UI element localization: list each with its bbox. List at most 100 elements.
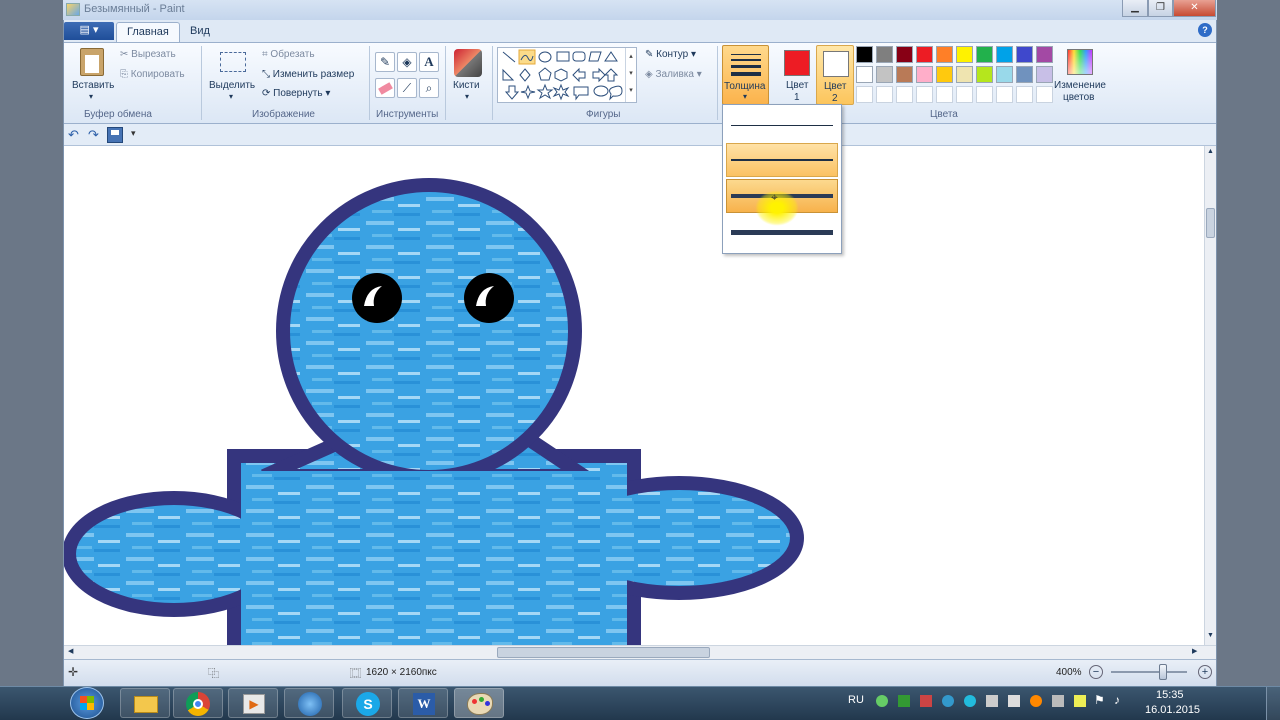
magnifier-icon[interactable]: ⌕	[419, 78, 439, 98]
palette-swatch[interactable]	[956, 66, 973, 83]
help-icon[interactable]: ?	[1198, 23, 1212, 37]
paint-app-icon[interactable]	[66, 3, 80, 16]
palette-swatch[interactable]	[916, 46, 933, 63]
tray-icon-3[interactable]	[920, 695, 932, 707]
palette-swatch[interactable]	[976, 66, 993, 83]
horizontal-scroll-thumb[interactable]	[497, 647, 710, 658]
thickness-option-1px[interactable]	[726, 108, 838, 142]
shapes-gallery[interactable]: ▴ ▾ ▾	[497, 47, 637, 103]
color1-button[interactable]: Цвет 1	[778, 46, 816, 104]
brushes-button[interactable]: Кисти ▾	[449, 46, 487, 104]
palette-swatch[interactable]	[1016, 86, 1033, 103]
palette-swatch[interactable]	[936, 46, 953, 63]
tray-icon-2[interactable]	[898, 695, 910, 707]
title-bar[interactable]	[63, 0, 1217, 20]
palette-swatch[interactable]	[1016, 46, 1033, 63]
scroll-up-arrow[interactable]: ▲	[1207, 148, 1214, 155]
text-icon[interactable]: A	[419, 52, 439, 72]
vertical-scroll-thumb[interactable]	[1206, 208, 1215, 238]
app-menu-button[interactable]: ▤ ▾	[64, 22, 114, 40]
palette-swatch[interactable]	[1016, 66, 1033, 83]
palette-swatch[interactable]	[856, 46, 873, 63]
save-icon[interactable]	[107, 127, 123, 143]
palette-swatch[interactable]	[1036, 66, 1053, 83]
zoom-in-button[interactable]: +	[1198, 665, 1212, 679]
taskbar-media-player[interactable]: ▶	[228, 688, 278, 718]
taskbar-chrome[interactable]	[173, 688, 223, 718]
taskbar-skype[interactable]: S	[342, 688, 392, 718]
palette-swatch[interactable]	[876, 86, 893, 103]
taskbar-browser[interactable]	[284, 688, 334, 718]
fill-bucket-icon[interactable]: ◈	[397, 52, 417, 72]
tray-icon-6[interactable]	[986, 695, 998, 707]
taskbar-paint[interactable]	[454, 688, 504, 718]
tray-icon-5[interactable]	[964, 695, 976, 707]
zoom-slider-track[interactable]	[1111, 671, 1187, 673]
palette-swatch[interactable]	[976, 86, 993, 103]
customize-qat-icon[interactable]: ▾	[131, 128, 136, 139]
thickness-option-5px[interactable]: ⌖	[726, 179, 838, 226]
palette-swatch[interactable]	[936, 66, 953, 83]
palette-swatch[interactable]	[956, 86, 973, 103]
eraser-icon[interactable]	[375, 78, 395, 98]
undo-icon[interactable]: ↶	[68, 127, 79, 143]
horizontal-scrollbar[interactable]: ◀ ▶	[64, 645, 1216, 659]
taskbar-explorer[interactable]	[120, 688, 170, 718]
palette-swatch[interactable]	[956, 46, 973, 63]
color-picker-icon[interactable]: ⟋	[397, 78, 417, 98]
show-desktop-button[interactable]	[1266, 687, 1280, 720]
palette-swatch[interactable]	[876, 46, 893, 63]
tray-icon-8[interactable]	[1030, 695, 1042, 707]
close-button[interactable]: ✕	[1173, 0, 1216, 17]
palette-swatch[interactable]	[1036, 46, 1053, 63]
drawing-canvas[interactable]	[64, 146, 1204, 645]
edit-colors-button[interactable]: Изменение цветов	[1053, 46, 1109, 104]
palette-swatch[interactable]	[1036, 86, 1053, 103]
crop-button[interactable]: ⌗ Обрезать	[262, 49, 315, 60]
outline-button[interactable]: ✎ Контур ▾	[645, 49, 696, 60]
palette-swatch[interactable]	[936, 86, 953, 103]
start-button[interactable]	[70, 687, 104, 719]
palette-swatch[interactable]	[976, 46, 993, 63]
palette-swatch[interactable]	[896, 66, 913, 83]
copy-button[interactable]: ⎘ Копировать	[120, 69, 185, 80]
maximize-button[interactable]: ❐	[1148, 0, 1173, 17]
tray-icon-10[interactable]	[1074, 695, 1086, 707]
resize-button[interactable]: ⤡ Изменить размер	[262, 69, 354, 80]
palette-swatch[interactable]	[996, 66, 1013, 83]
thickness-button[interactable]: Толщина ▾	[722, 45, 769, 105]
zoom-out-button[interactable]: −	[1089, 665, 1103, 679]
clock-time[interactable]: 15:35	[1156, 689, 1184, 701]
thickness-option-8px[interactable]	[726, 215, 838, 249]
tray-icon-4[interactable]	[942, 695, 954, 707]
cut-button[interactable]: ✂ Вырезать	[120, 49, 176, 60]
select-button[interactable]: Выделить ▾	[206, 46, 258, 104]
rotate-button[interactable]: ⟳ Повернуть ▾	[262, 88, 330, 99]
tray-icon-9[interactable]	[1052, 695, 1064, 707]
zoom-slider-thumb[interactable]	[1159, 664, 1167, 680]
flag-icon[interactable]: ⚑	[1094, 693, 1105, 707]
palette-swatch[interactable]	[896, 46, 913, 63]
pencil-icon[interactable]: ✎	[375, 52, 395, 72]
fill-button[interactable]: ◈ Заливка ▾	[645, 69, 702, 80]
redo-icon[interactable]: ↷	[88, 127, 99, 143]
palette-swatch[interactable]	[896, 86, 913, 103]
palette-swatch[interactable]	[856, 66, 873, 83]
volume-icon[interactable]: ♪	[1114, 693, 1120, 707]
palette-swatch[interactable]	[876, 66, 893, 83]
palette-swatch[interactable]	[996, 46, 1013, 63]
vertical-scrollbar[interactable]: ▲ ▼	[1204, 146, 1216, 645]
shapes-scrollbar[interactable]: ▴ ▾ ▾	[625, 48, 636, 102]
tray-icon-7[interactable]	[1008, 695, 1020, 707]
taskbar-word[interactable]: W	[398, 688, 448, 718]
thickness-option-3px[interactable]	[726, 143, 838, 177]
palette-swatch[interactable]	[916, 86, 933, 103]
tab-home[interactable]: Главная	[116, 22, 180, 42]
clock-date[interactable]: 16.01.2015	[1145, 704, 1200, 716]
scroll-right-arrow[interactable]: ▶	[1192, 647, 1197, 655]
keyboard-language[interactable]: RU	[848, 694, 864, 706]
palette-swatch[interactable]	[856, 86, 873, 103]
palette-swatch[interactable]	[916, 66, 933, 83]
color2-button[interactable]: Цвет 2	[816, 45, 854, 105]
palette-swatch[interactable]	[996, 86, 1013, 103]
